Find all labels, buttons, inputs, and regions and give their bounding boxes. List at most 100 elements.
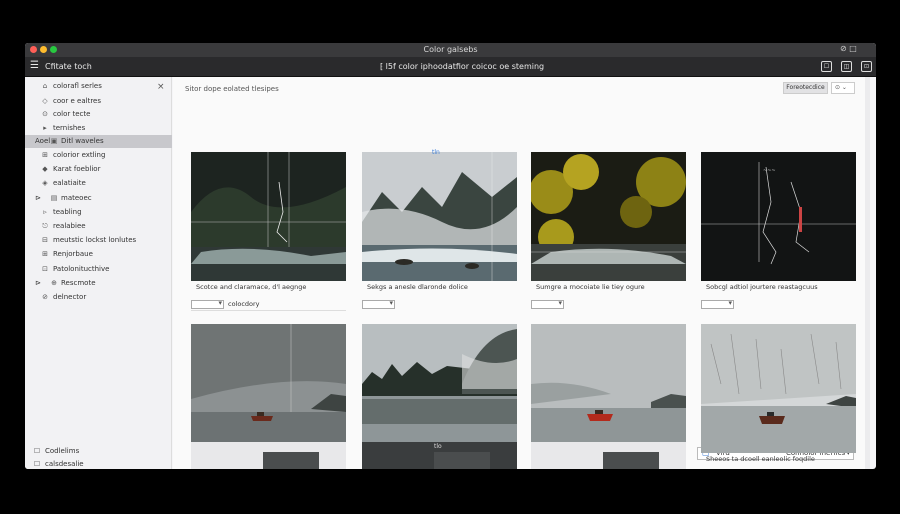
sidebar-item-icon: ⎋ xyxy=(42,222,48,230)
sidebar-item[interactable]: ◈ ealatiaite xyxy=(25,177,172,190)
filter-toggle[interactable]: ⊙ ⌄ xyxy=(831,82,855,94)
sidebar-item[interactable]: Aoel ▣ Ditl waveles xyxy=(25,135,172,148)
toolbar-title: ⁅ l5f color iphoodatfior coicoc oe stemi… xyxy=(380,62,545,71)
sidebar-item[interactable]: ⊞ colorior extling xyxy=(25,149,172,162)
card-dropdown-label: colocdory xyxy=(228,300,260,308)
sidebar-item-icon: ⊕ xyxy=(51,279,57,287)
card-marker: tln xyxy=(432,149,440,156)
sidebar-item-label: ternishes xyxy=(53,124,86,132)
panel-icon[interactable]: ☐ xyxy=(821,61,832,72)
gallery-card[interactable]: ~~~ Sobcgl adtiol jourtere reastagcuus xyxy=(701,152,856,312)
sidebar-item-icon: ▹ xyxy=(43,208,47,216)
toolbar: ☰ Cfitate toch ⁅ l5f color iphoodatfior … xyxy=(25,57,876,77)
sidebar-item-label: meutstic lockst lonlutes xyxy=(53,236,137,244)
sidebar-item-icon: ◇ xyxy=(42,97,48,105)
card-thumbnail[interactable] xyxy=(701,324,856,453)
sidebar-item-label: color tecte xyxy=(53,110,91,118)
sidebar-item-prefix: ⊳ xyxy=(35,279,41,287)
gallery-card[interactable]: Sumgre a rnocoiate lie tiey ogure xyxy=(531,152,686,312)
card-dropdown[interactable] xyxy=(701,299,734,309)
sidebar-item-icon: ⊞ xyxy=(42,250,48,258)
scrollbar[interactable] xyxy=(865,77,870,469)
sidebar-item-icon: ⊙ xyxy=(42,110,48,118)
card-divider xyxy=(191,310,346,311)
sidebar-item-icon: ◈ xyxy=(42,179,48,187)
card-dropdown[interactable] xyxy=(191,299,224,309)
sidebar-item-label: mateoec xyxy=(61,194,92,202)
gallery-main: Sitor dope eolated tlesipes Foreotecdice… xyxy=(173,77,870,469)
card-thumbnail[interactable] xyxy=(191,152,346,281)
card-caption: Scotce and claramace, d'l aegnge xyxy=(196,283,307,291)
card-dropdown[interactable] xyxy=(362,299,395,309)
sidebar-footer-item[interactable]: ☐ Codlelims xyxy=(25,445,172,458)
sidebar-item[interactable]: ⊳ ⊕ Rescmote xyxy=(25,277,172,290)
split-view-icon[interactable]: ◫ xyxy=(841,61,852,72)
sidebar: × ⌂ colorafl serles ◇ coor e ealtres ⊙ color … xyxy=(25,77,172,469)
sidebar-item-label: colorafl serles xyxy=(53,82,102,90)
gallery-card[interactable]: Scotce and claramace, d'l aegnge colocdor… xyxy=(191,152,346,312)
sidebar-item[interactable]: ◇ coor e ealtres xyxy=(25,95,172,108)
sidebar-footer-label: calsdesalie xyxy=(45,460,84,468)
card-thumbnail[interactable] xyxy=(191,324,346,453)
sidebar-item-icon: ⌂ xyxy=(42,82,48,90)
sidebar-item-icon: ⊡ xyxy=(42,265,48,273)
sidebar-item[interactable]: ⊙ color tecte xyxy=(25,108,172,121)
gallery-card-peek[interactable] xyxy=(531,442,686,469)
sidebar-item-icon: ⊟ xyxy=(42,236,48,244)
app-window: Color galsebs ⊘ □ ☰ Cfitate toch ⁅ l5f c… xyxy=(25,43,876,469)
peek-thumbnail xyxy=(191,442,346,469)
sidebar-item-icon: ⊘ xyxy=(42,293,48,301)
expand-icon[interactable]: ⊡ xyxy=(861,61,872,72)
sidebar-item-icon: ▤ xyxy=(50,194,58,202)
title-controls-icon[interactable]: ⊘ □ xyxy=(840,44,857,53)
filter-button[interactable]: Foreotecdice xyxy=(783,82,828,94)
svg-text:~~~: ~~~ xyxy=(763,168,776,174)
sidebar-item[interactable]: ⊟ meutstic lockst lonlutes xyxy=(25,234,172,247)
sidebar-item[interactable]: ⊘ delnector xyxy=(25,291,172,304)
gallery-card-peek[interactable]: tlo xyxy=(362,442,517,469)
sidebar-item-icon: ▸ xyxy=(43,124,47,132)
app-brand: Cfitate toch xyxy=(45,62,92,71)
card-thumbnail[interactable] xyxy=(531,324,686,453)
sidebar-item-label: Ditl waveles xyxy=(61,137,104,145)
card-caption: Sheeos ta dcoell eanleolic foqdile xyxy=(706,455,815,463)
card-thumbnail[interactable] xyxy=(362,152,517,281)
sidebar-item-label: ealatiaite xyxy=(53,179,86,187)
sidebar-item[interactable]: ⎋ realabiee xyxy=(25,220,172,233)
gallery-card[interactable]: tln Sekgs a anesle dlaronde dolice xyxy=(362,149,517,312)
sidebar-item-icon: ▣ xyxy=(50,137,58,145)
peek-marker: tlo xyxy=(434,443,442,450)
card-thumbnail[interactable]: ~~~ xyxy=(701,152,856,281)
gallery-card[interactable]: Sheeos ta dcoell eanleolic foqdile xyxy=(701,324,856,469)
sidebar-item-prefix: ⊳ xyxy=(35,194,41,202)
sidebar-item-icon: ⊞ xyxy=(42,151,48,159)
gallery-heading: Sitor dope eolated tlesipes xyxy=(185,85,279,93)
sidebar-item-label: Rescmote xyxy=(61,279,96,287)
gallery-card-peek[interactable] xyxy=(191,442,346,469)
sidebar-item[interactable]: ⊡ Patolonitucthive xyxy=(25,263,172,276)
card-dropdown[interactable] xyxy=(531,299,564,309)
sidebar-item[interactable]: ◆ Karat foeblior xyxy=(25,163,172,176)
card-caption: Sekgs a anesle dlaronde dolice xyxy=(367,283,468,291)
sidebar-item-label: teabling xyxy=(53,208,82,216)
sidebar-item-label: colorior extling xyxy=(53,151,106,159)
card-thumbnail[interactable] xyxy=(531,152,686,281)
sidebar-item-label: delnector xyxy=(53,293,87,301)
sidebar-item-label: coor e ealtres xyxy=(53,97,102,105)
menu-icon[interactable]: ☰ xyxy=(30,61,39,71)
sidebar-footer-icon: ☐ xyxy=(33,447,41,455)
sidebar-item-prefix: Aoel xyxy=(35,137,51,145)
sidebar-footer-item[interactable]: ☐ calsdesalie xyxy=(25,458,172,469)
sidebar-footer-icon: ☐ xyxy=(33,460,41,468)
sidebar-item[interactable]: ⊞ Renjorbaue xyxy=(25,248,172,261)
sidebar-item[interactable]: ▹ teabling xyxy=(25,206,172,219)
sidebar-footer-label: Codlelims xyxy=(45,447,80,455)
sidebar-item-label: Renjorbaue xyxy=(53,250,93,258)
sidebar-item-label: realabiee xyxy=(53,222,86,230)
sidebar-item-icon: ◆ xyxy=(42,165,48,173)
card-thumbnail[interactable] xyxy=(362,324,517,453)
sidebar-item[interactable]: ⌂ colorafl serles xyxy=(25,80,172,93)
sidebar-item[interactable]: ▸ ternishes xyxy=(25,122,172,135)
sidebar-item-label: Karat foeblior xyxy=(53,165,101,173)
sidebar-item[interactable]: ⊳ ▤ mateoec xyxy=(25,192,172,205)
